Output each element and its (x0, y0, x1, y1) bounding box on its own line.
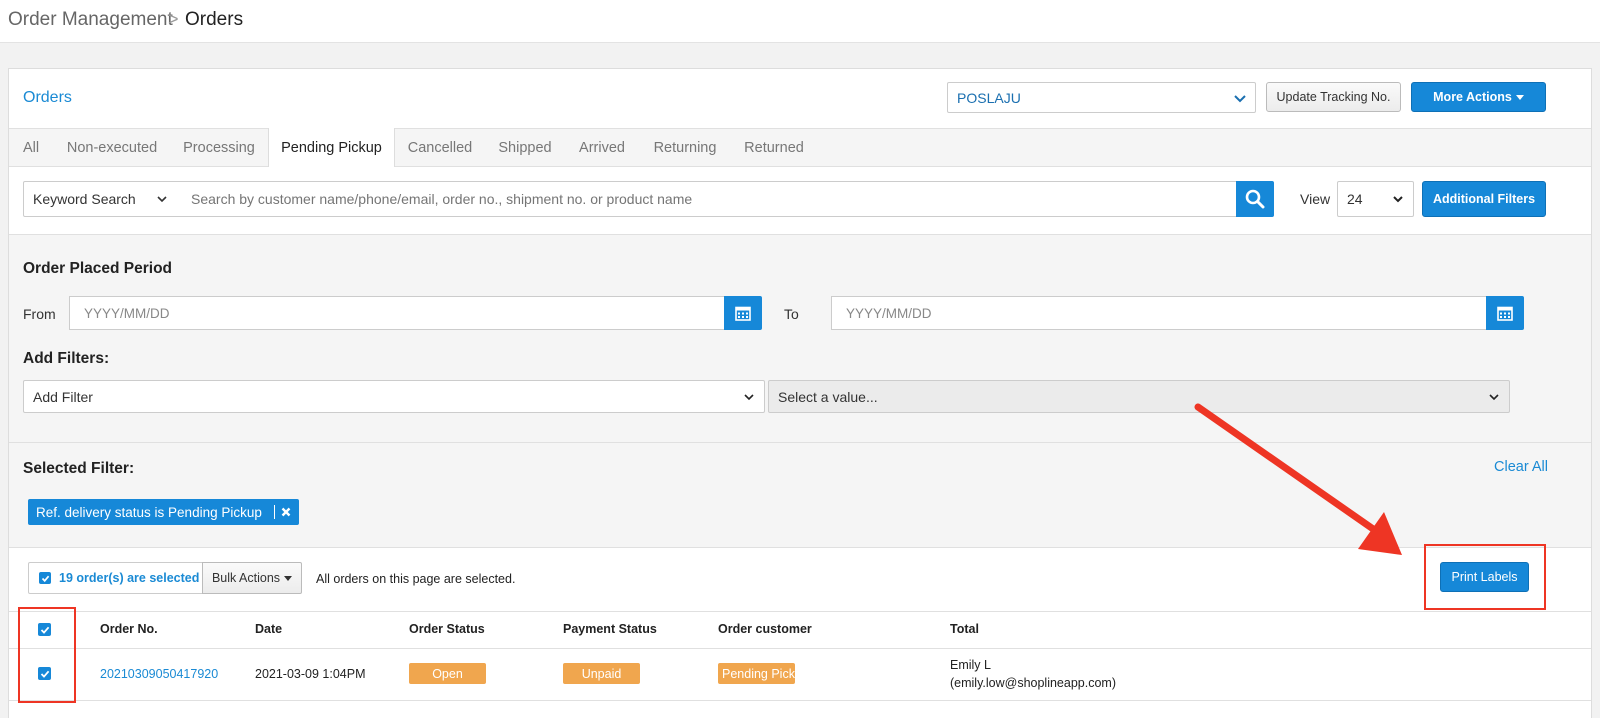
col-total: Total (950, 622, 979, 636)
chevron-down-icon (1489, 393, 1499, 400)
close-icon[interactable] (281, 507, 291, 517)
tab-returned[interactable]: Returned (736, 128, 812, 167)
col-order-customer: Order customer (718, 622, 812, 636)
payment-status-badge: Unpaid (563, 663, 640, 684)
filter-chip: Ref. delivery status is Pending Pickup (28, 499, 299, 525)
caret-down-icon (284, 575, 293, 581)
additional-filters-button[interactable]: Additional Filters (1422, 181, 1546, 217)
tab-label: Pending Pickup (281, 140, 382, 156)
breadcrumb-separator: > (168, 9, 179, 29)
order-number-link[interactable]: 20210309050417920 (100, 667, 218, 681)
search-input[interactable] (177, 181, 1237, 217)
tab-label: Arrived (579, 139, 625, 156)
calendar-icon (735, 306, 751, 321)
courier-select-value: POSLAJU (957, 89, 1021, 106)
chevron-down-icon (1234, 94, 1246, 102)
page-title: Orders (23, 89, 72, 106)
delivery-status-text: Pending Picku (722, 666, 795, 681)
clear-all-link[interactable]: Clear All (1494, 459, 1548, 475)
filter-value-placeholder: Select a value... (778, 388, 878, 405)
selected-filter-title: Selected Filter: (23, 460, 135, 477)
tab-cancelled[interactable]: Cancelled (401, 128, 479, 167)
all-selected-text: All orders on this page are selected. (316, 572, 516, 586)
add-filter-value: Add Filter (33, 388, 93, 405)
search-icon (1245, 189, 1265, 209)
customer-name: Emily L (950, 658, 991, 672)
tab-shipped[interactable]: Shipped (490, 128, 560, 167)
col-order-no: Order No. (100, 622, 158, 636)
tab-label: Processing (183, 139, 255, 156)
order-status-text: Open (432, 666, 463, 681)
search-button[interactable] (1236, 181, 1274, 217)
view-count-value: 24 (1347, 191, 1363, 207)
chevron-down-icon (744, 393, 754, 400)
tab-label: Shipped (498, 139, 552, 156)
filter-chip-label: Ref. delivery status is Pending Pickup (36, 504, 262, 520)
annotation-highlight-print-labels (1424, 544, 1546, 610)
payment-status-text: Unpaid (581, 666, 622, 681)
tab-all[interactable]: All (14, 128, 48, 167)
add-filter-select[interactable]: Add Filter (23, 380, 765, 413)
bulk-actions-button[interactable]: Bulk Actions (202, 562, 302, 594)
selected-count-label: 19 order(s) are selected (59, 571, 200, 585)
from-date-input[interactable]: YYYY/MM/DD (69, 296, 725, 330)
chevron-down-icon (157, 196, 167, 203)
order-date: 2021-03-09 1:04PM (255, 667, 366, 681)
to-date-input[interactable]: YYYY/MM/DD (831, 296, 1487, 330)
caret-down-icon (1515, 94, 1524, 100)
more-actions-button[interactable]: More Actions (1411, 82, 1546, 112)
tab-non-executed[interactable]: Non-executed (58, 128, 166, 167)
col-payment-status: Payment Status (563, 622, 657, 636)
breadcrumb-parent[interactable]: Order Management (8, 9, 173, 31)
tab-label: Non-executed (66, 139, 158, 156)
col-date: Date (255, 622, 283, 636)
customer-email: (emily.low@shoplineapp.com) (950, 676, 1116, 690)
calendar-icon (1497, 306, 1513, 321)
bulk-actions-label: Bulk Actions (211, 571, 281, 585)
table-row (9, 649, 1591, 701)
update-tracking-label: Update Tracking No. (1276, 90, 1391, 104)
search-type-value: Keyword Search (33, 191, 136, 207)
tab-processing[interactable]: Processing (176, 128, 262, 167)
delivery-status-badge: Pending Picku (718, 663, 795, 684)
search-type-select[interactable]: Keyword Search (23, 181, 178, 217)
more-actions-label: More Actions (1433, 90, 1512, 104)
courier-select[interactable]: POSLAJU (947, 82, 1256, 113)
checkbox-checked-icon (39, 572, 51, 584)
view-label: View (1300, 191, 1331, 207)
to-label: To (784, 306, 799, 322)
to-date-placeholder: YYYY/MM/DD (846, 305, 932, 321)
update-tracking-button[interactable]: Update Tracking No. (1266, 82, 1401, 112)
add-filters-title: Add Filters: (23, 350, 110, 367)
period-title: Order Placed Period (23, 260, 173, 277)
tab-arrived[interactable]: Arrived (570, 128, 634, 167)
breadcrumb-current: Orders (185, 9, 244, 30)
tab-label: Cancelled (407, 139, 473, 156)
view-count-select[interactable]: 24 (1337, 181, 1414, 217)
tab-returning[interactable]: Returning (645, 128, 725, 167)
to-calendar-button[interactable] (1486, 296, 1524, 330)
chip-separator (273, 505, 275, 519)
from-calendar-button[interactable] (724, 296, 762, 330)
from-date-placeholder: YYYY/MM/DD (84, 305, 170, 321)
tab-label: Returning (653, 139, 717, 156)
order-status-badge: Open (409, 663, 486, 684)
tab-label: All (22, 139, 40, 156)
chevron-down-icon (1393, 196, 1403, 203)
annotation-highlight-checkboxes (18, 607, 76, 703)
selected-count-box[interactable]: 19 order(s) are selected (28, 562, 203, 594)
tab-label: Returned (744, 139, 804, 156)
additional-filters-label: Additional Filters (1432, 192, 1536, 206)
col-order-status: Order Status (409, 622, 485, 636)
from-label: From (23, 306, 56, 322)
annotation-arrow (1194, 403, 1402, 555)
tab-pending-pickup[interactable]: Pending Pickup (268, 128, 395, 168)
